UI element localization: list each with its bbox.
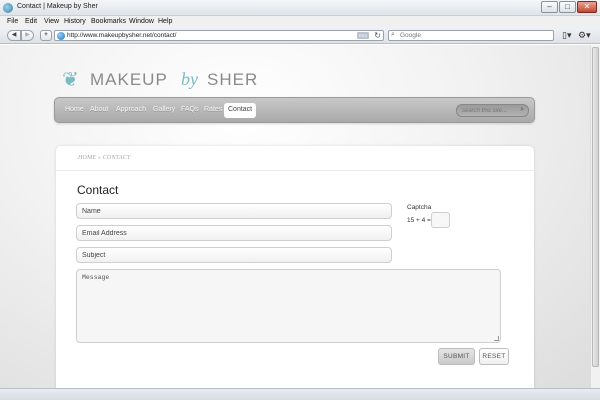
close-button[interactable]: ✕ bbox=[577, 1, 597, 13]
captcha-question: 15 + 4 = bbox=[407, 217, 431, 224]
menu-bookmarks[interactable]: Bookmarks bbox=[91, 18, 126, 25]
nav-item-about[interactable]: About bbox=[90, 106, 108, 113]
back-button[interactable]: ◀ bbox=[7, 30, 21, 41]
message-field-wrapper bbox=[76, 269, 501, 343]
message-field[interactable] bbox=[77, 270, 500, 342]
browser-search-box[interactable]: ⌕ bbox=[388, 30, 554, 41]
forward-button[interactable]: ▶ bbox=[21, 30, 34, 41]
nav-item-contact[interactable]: Contact bbox=[224, 103, 257, 118]
browser-app-icon bbox=[3, 3, 13, 13]
nav-item-rates[interactable]: Rates bbox=[204, 106, 222, 113]
menu-edit[interactable]: Edit bbox=[25, 18, 37, 25]
status-bar bbox=[0, 388, 600, 400]
menu-help[interactable]: Help bbox=[158, 18, 172, 25]
resize-grip-icon[interactable] bbox=[494, 336, 499, 341]
search-icon: ⌕ bbox=[391, 31, 395, 38]
captcha-input[interactable] bbox=[432, 213, 449, 227]
nav-item-faqs[interactable]: FAQs bbox=[181, 106, 199, 113]
breadcrumb: HOME » CONTACT bbox=[78, 155, 131, 161]
nav-item-gallery[interactable]: Gallery bbox=[153, 106, 175, 113]
address-bar[interactable]: http://www.makeupbysher.net/contact/ RSS… bbox=[54, 30, 384, 41]
name-field-wrapper bbox=[76, 203, 392, 219]
window-titlebar: Contact | Makeup by Sher – □ ✕ bbox=[0, 0, 600, 16]
site-navigation: Home About Approach Gallery FAQs Rates C… bbox=[54, 97, 535, 123]
email-field-wrapper bbox=[76, 225, 392, 241]
window-title: Contact | Makeup by Sher bbox=[17, 3, 98, 10]
captcha-label: Captcha bbox=[407, 204, 432, 211]
nav-item-home[interactable]: Home bbox=[65, 106, 84, 113]
maximize-button[interactable]: □ bbox=[559, 1, 576, 13]
menu-bar: File Edit View History Bookmarks Window … bbox=[0, 16, 600, 28]
reload-icon[interactable]: ↻ bbox=[374, 31, 381, 40]
nav-item-approach[interactable]: Approach bbox=[116, 106, 146, 113]
browser-toolbar: ◀ ▶ + http://www.makeupbysher.net/contac… bbox=[0, 28, 600, 44]
logo-word-by: by bbox=[181, 69, 198, 89]
gear-icon[interactable]: ⚙▾ bbox=[578, 30, 591, 41]
page-title: Contact bbox=[77, 183, 119, 197]
logo-word-sher: SHER bbox=[207, 70, 259, 89]
minimize-button[interactable]: – bbox=[541, 1, 558, 13]
site-search-icon[interactable]: ⌕ bbox=[520, 106, 524, 114]
site-search-input[interactable] bbox=[462, 106, 517, 115]
submit-button[interactable]: SUBMIT bbox=[438, 348, 475, 365]
logo-emblem-icon: ❦ bbox=[62, 69, 79, 91]
site-search-box[interactable]: ⌕ bbox=[456, 104, 529, 117]
globe-icon bbox=[57, 32, 65, 40]
scrollbar-thumb[interactable] bbox=[592, 47, 599, 367]
email-field[interactable] bbox=[77, 226, 391, 240]
reset-button[interactable]: RESET bbox=[479, 348, 509, 365]
add-bookmark-button[interactable]: + bbox=[40, 30, 52, 41]
name-field[interactable] bbox=[77, 204, 391, 218]
menu-history[interactable]: History bbox=[64, 18, 86, 25]
captcha-input-wrapper bbox=[431, 212, 450, 228]
menu-view[interactable]: View bbox=[44, 18, 59, 25]
logo-word-makeup: MAKEUP bbox=[90, 70, 168, 89]
menu-file[interactable]: File bbox=[7, 18, 18, 25]
subject-field[interactable] bbox=[77, 248, 391, 262]
rss-icon[interactable]: RSS bbox=[357, 32, 369, 39]
browser-search-input[interactable] bbox=[400, 31, 550, 40]
menu-window[interactable]: Window bbox=[129, 18, 154, 25]
content-card: HOME » CONTACT Contact Captcha 15 + 4 = … bbox=[56, 146, 534, 388]
card-divider bbox=[56, 170, 534, 171]
url-text[interactable]: http://www.makeupbysher.net/contact/ bbox=[67, 32, 176, 39]
page-menu-icon[interactable]: ▯▾ bbox=[562, 30, 571, 41]
vertical-scrollbar[interactable] bbox=[590, 45, 600, 388]
subject-field-wrapper bbox=[76, 247, 392, 263]
